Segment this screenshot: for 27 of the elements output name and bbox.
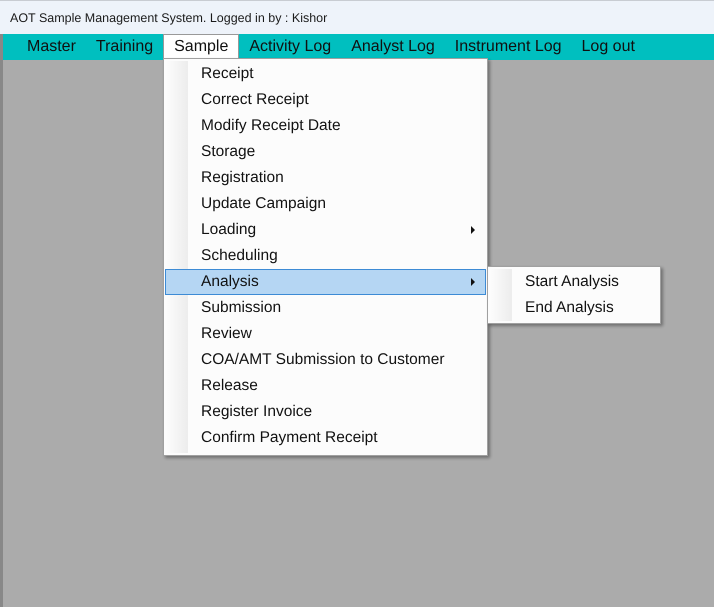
menu-item[interactable]: Scheduling bbox=[165, 243, 486, 269]
menu-item[interactable]: Analyst Log bbox=[341, 34, 445, 60]
menu-item[interactable]: Submission bbox=[165, 295, 486, 321]
menu-item[interactable]: Update Campaign bbox=[165, 191, 486, 217]
menu-item[interactable]: Sample bbox=[163, 34, 240, 60]
submenu-arrow-icon bbox=[471, 226, 475, 234]
menu-item[interactable]: Log out bbox=[572, 34, 645, 60]
submenu-arrow-icon bbox=[471, 278, 475, 286]
menu-item[interactable]: Master bbox=[17, 34, 86, 60]
menu-item[interactable]: Modify Receipt Date bbox=[165, 113, 486, 139]
menu-item[interactable]: Registration bbox=[165, 165, 486, 191]
menu-item[interactable]: Storage bbox=[165, 139, 486, 165]
menu-item[interactable]: COA/AMT Submission to Customer bbox=[165, 347, 486, 373]
menu-item[interactable]: Start Analysis bbox=[489, 269, 659, 295]
menu-item[interactable]: Analysis bbox=[165, 269, 486, 295]
menu-item[interactable]: Review bbox=[165, 321, 486, 347]
menu-item[interactable]: Training bbox=[86, 34, 164, 60]
menu-item[interactable]: End Analysis bbox=[489, 295, 659, 321]
menu-item[interactable]: Release bbox=[165, 373, 486, 399]
menu-item[interactable]: Confirm Payment Receipt bbox=[165, 425, 486, 451]
menu-item[interactable]: Receipt bbox=[165, 61, 486, 87]
menu-item[interactable]: Activity Log bbox=[239, 34, 342, 60]
menu-item[interactable]: Correct Receipt bbox=[165, 87, 486, 113]
window-title: AOT Sample Management System. Logged in by : Kishor bbox=[10, 10, 328, 24]
menu-item[interactable]: Register Invoice bbox=[165, 399, 486, 425]
menu-item[interactable]: Loading bbox=[165, 217, 486, 243]
menu-item[interactable]: Instrument Log bbox=[444, 34, 572, 60]
